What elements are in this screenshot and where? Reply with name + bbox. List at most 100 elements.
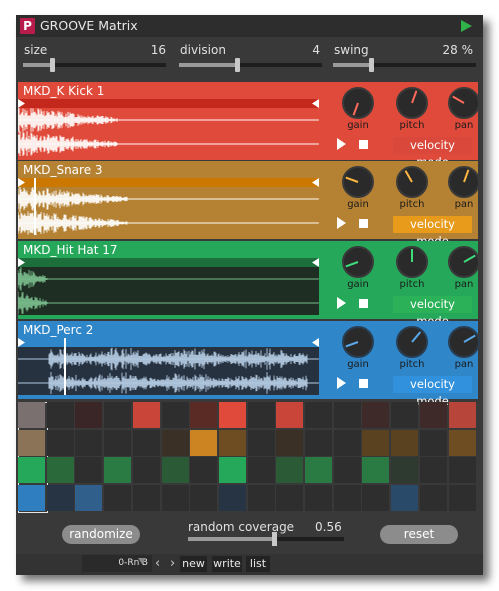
step-cell[interactable]	[190, 457, 218, 483]
sample-start-handle-icon[interactable]	[18, 178, 25, 187]
sample-start-handle-icon[interactable]	[18, 99, 25, 108]
step-cell[interactable]	[161, 429, 189, 456]
track-stop-icon[interactable]	[359, 140, 368, 149]
step-cell[interactable]	[18, 429, 45, 456]
pitch-knob[interactable]	[395, 245, 429, 283]
step-cell[interactable]	[161, 484, 189, 511]
waveform-display[interactable]	[17, 107, 319, 157]
step-cell[interactable]	[46, 484, 74, 511]
step-cell[interactable]	[391, 484, 419, 511]
step-cell[interactable]	[333, 484, 361, 511]
step-cell[interactable]	[391, 402, 419, 428]
velocity-mode-button[interactable]: velocity mode	[393, 216, 472, 248]
step-cell[interactable]	[333, 429, 361, 456]
pitch-knob[interactable]	[395, 86, 429, 124]
step-cell[interactable]	[362, 429, 390, 456]
track-stop-icon[interactable]	[359, 379, 368, 388]
step-cell[interactable]	[448, 429, 476, 456]
sample-range-bar[interactable]	[18, 258, 319, 267]
new-preset-button[interactable]: new	[180, 556, 207, 572]
step-cell[interactable]	[218, 429, 246, 456]
list-presets-button[interactable]: list	[246, 556, 270, 572]
track-play-icon[interactable]	[337, 138, 346, 150]
step-cell[interactable]	[247, 457, 275, 483]
sample-start-handle-icon[interactable]	[18, 338, 25, 347]
pitch-knob[interactable]	[395, 165, 429, 203]
track-play-icon[interactable]	[337, 377, 346, 389]
randomize-button[interactable]: randomize	[62, 525, 140, 544]
step-cell[interactable]	[305, 402, 332, 428]
sample-end-handle-icon[interactable]	[312, 258, 319, 267]
step-cell[interactable]	[46, 402, 74, 428]
swing-slider-thumb[interactable]	[369, 58, 374, 72]
gain-knob[interactable]	[341, 245, 375, 283]
track-stop-icon[interactable]	[359, 219, 368, 228]
step-cell[interactable]	[161, 457, 189, 483]
step-cell[interactable]	[247, 402, 275, 428]
step-cell[interactable]	[419, 429, 447, 456]
velocity-mode-button[interactable]: velocity mode	[393, 376, 472, 408]
step-cell[interactable]	[218, 484, 246, 511]
size-slider[interactable]	[23, 58, 166, 72]
velocity-mode-button[interactable]: velocity mode	[393, 296, 472, 328]
size-slider-thumb[interactable]	[50, 58, 55, 72]
step-cell[interactable]	[161, 402, 189, 428]
preset-dropdown-icon[interactable]	[138, 558, 146, 564]
step-cell[interactable]	[104, 484, 132, 511]
step-cell[interactable]	[305, 429, 332, 456]
chevron-right-icon[interactable]: ›	[170, 556, 175, 571]
step-cell[interactable]	[448, 484, 476, 511]
velocity-mode-button[interactable]: velocity mode	[393, 137, 472, 169]
step-cell[interactable]	[448, 457, 476, 483]
step-cell[interactable]	[305, 457, 332, 483]
device-play-icon[interactable]	[461, 20, 472, 32]
division-slider-thumb[interactable]	[235, 58, 240, 72]
step-cell[interactable]	[419, 457, 447, 483]
pan-knob[interactable]	[447, 325, 481, 363]
step-cell[interactable]	[104, 429, 132, 456]
sample-start-handle-icon[interactable]	[18, 258, 25, 267]
step-cell[interactable]	[305, 484, 332, 511]
step-cell[interactable]	[75, 457, 103, 483]
track-stop-icon[interactable]	[359, 299, 368, 308]
pan-knob[interactable]	[447, 245, 481, 283]
step-cell[interactable]	[18, 457, 45, 483]
division-slider[interactable]	[179, 58, 322, 72]
step-cell[interactable]	[190, 484, 218, 511]
step-cell[interactable]	[362, 402, 390, 428]
step-cell[interactable]	[132, 484, 160, 511]
step-cell[interactable]	[218, 457, 246, 483]
reset-button[interactable]: reset	[380, 525, 458, 544]
gain-knob[interactable]	[341, 165, 375, 203]
step-cell[interactable]	[276, 457, 304, 483]
pitch-knob[interactable]	[395, 325, 429, 363]
write-preset-button[interactable]: write	[212, 556, 242, 572]
step-cell[interactable]	[75, 402, 103, 428]
step-cell[interactable]	[132, 429, 160, 456]
sample-range-bar[interactable]	[18, 178, 319, 187]
step-cell[interactable]	[391, 429, 419, 456]
step-cell[interactable]	[218, 402, 246, 428]
step-cell[interactable]	[75, 484, 103, 511]
step-cell[interactable]	[276, 484, 304, 511]
step-cell[interactable]	[419, 484, 447, 511]
step-cell[interactable]	[333, 457, 361, 483]
pan-knob[interactable]	[447, 165, 481, 203]
step-cell[interactable]	[190, 402, 218, 428]
step-cell[interactable]	[276, 402, 304, 428]
step-cell[interactable]	[104, 457, 132, 483]
sample-end-handle-icon[interactable]	[312, 338, 319, 347]
step-cell[interactable]	[75, 429, 103, 456]
step-cell[interactable]	[391, 457, 419, 483]
step-cell[interactable]	[362, 484, 390, 511]
waveform-display[interactable]	[17, 186, 319, 235]
gain-knob[interactable]	[341, 86, 375, 124]
sample-end-handle-icon[interactable]	[312, 178, 319, 187]
step-cell[interactable]	[46, 457, 74, 483]
track-play-icon[interactable]	[337, 297, 346, 309]
step-cell[interactable]	[276, 429, 304, 456]
swing-slider[interactable]	[333, 58, 476, 72]
step-cell[interactable]	[18, 402, 45, 428]
step-cell[interactable]	[362, 457, 390, 483]
track-play-icon[interactable]	[337, 217, 346, 229]
